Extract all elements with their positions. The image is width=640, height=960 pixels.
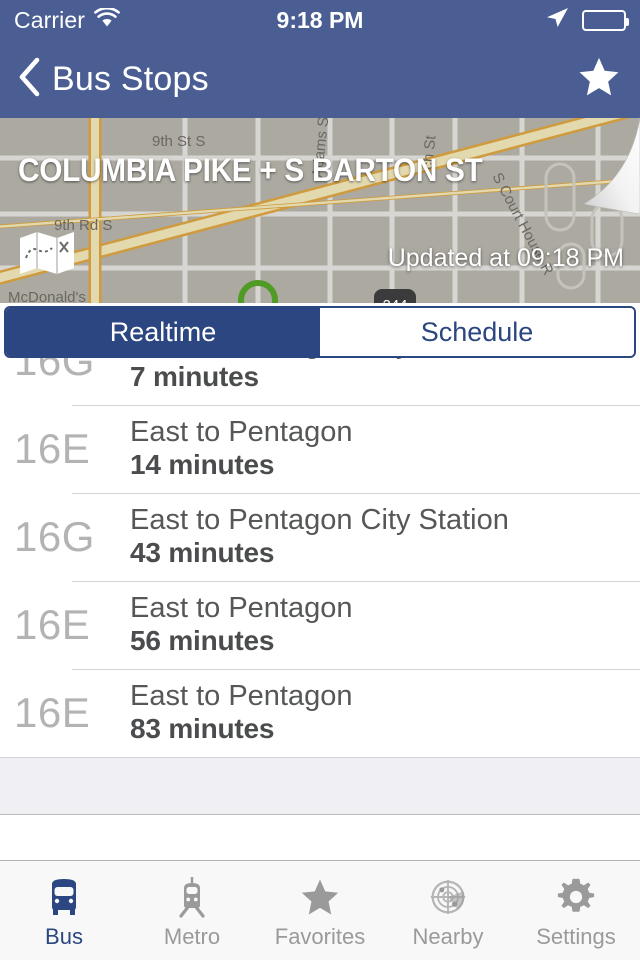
- route-number: 16E: [14, 689, 91, 736]
- svg-text:9th St S: 9th St S: [152, 133, 205, 150]
- arrival-text: East to Pentagon 14 minutes: [130, 416, 353, 481]
- arrival-text: East to Pentagon 83 minutes: [130, 680, 353, 745]
- destination-label: East to Pentagon City Station: [130, 504, 509, 537]
- eta-label: 14 minutes: [130, 449, 275, 481]
- tab-schedule[interactable]: Schedule: [320, 308, 634, 356]
- eta-label: 83 minutes: [130, 713, 275, 745]
- route-number: 16E: [14, 601, 91, 648]
- tab-label: Favorites: [274, 923, 366, 949]
- destination-label: East to Pentagon: [130, 680, 353, 713]
- eta-label: 43 minutes: [130, 537, 275, 569]
- tab-realtime[interactable]: Realtime: [6, 308, 320, 356]
- tab-bar: Bus Metro Favorites Nearby Settings: [0, 860, 640, 960]
- arrivals-list: 16G East to Pentagon City Station 7 minu…: [0, 317, 640, 757]
- route-shield-marker: 244: [374, 289, 416, 303]
- star-icon: [576, 57, 622, 103]
- carrier-label: Carrier: [14, 6, 85, 33]
- page-title: Bus Stops: [52, 59, 209, 98]
- favorite-button[interactable]: [576, 55, 622, 104]
- updated-timestamp: Updated at 09:18 PM: [387, 244, 624, 272]
- arrival-text: East to Pentagon 56 minutes: [130, 592, 353, 657]
- tab-label: Nearby: [412, 923, 484, 949]
- segmented-control[interactable]: Realtime Schedule: [4, 306, 636, 358]
- chevron-left-icon: [18, 57, 40, 102]
- battery-icon: [582, 9, 629, 31]
- back-button[interactable]: Bus Stops: [18, 57, 209, 102]
- tab-settings[interactable]: Settings: [512, 861, 640, 960]
- tab-favorites[interactable]: Favorites: [256, 861, 384, 960]
- tab-nearby[interactable]: Nearby: [384, 861, 512, 960]
- svg-text:244: 244: [382, 297, 407, 303]
- table-row[interactable]: 16E East to Pentagon 14 minutes: [0, 405, 640, 493]
- route-number: 16E: [14, 425, 91, 472]
- svg-text:McDonald's: McDonald's: [8, 289, 86, 303]
- eta-label: 7 minutes: [130, 361, 259, 393]
- route-number: 16G: [14, 513, 95, 560]
- navigation-bar: Bus Stops: [0, 40, 640, 118]
- table-row[interactable]: 16G East to Pentagon City Station 43 min…: [0, 493, 640, 581]
- destination-label: East to Pentagon: [130, 416, 353, 449]
- tab-bus[interactable]: Bus: [0, 861, 128, 960]
- table-row[interactable]: 16E East to Pentagon 56 minutes: [0, 581, 640, 669]
- star-icon: [298, 876, 342, 918]
- tab-label: Settings: [536, 923, 616, 949]
- status-bar: Carrier 9:18 PM: [0, 0, 640, 40]
- bus-icon: [42, 876, 86, 918]
- gear-icon: [554, 876, 598, 918]
- table-row[interactable]: 16E East to Pentagon 83 minutes: [0, 669, 640, 757]
- radar-icon: [426, 876, 470, 918]
- arrival-text: East to Pentagon City Station 43 minutes: [130, 504, 509, 569]
- location-arrow-icon: [544, 6, 570, 35]
- tab-label: Bus: [45, 923, 83, 949]
- page-curl-icon: [583, 118, 640, 214]
- map-header[interactable]: 9th St S 9th Rd S Adams St ch St S Court…: [0, 118, 640, 303]
- folded-map-icon[interactable]: [18, 228, 76, 281]
- stop-name: COLUMBIA PIKE + S BARTON ST: [18, 152, 483, 188]
- destination-label: East to Pentagon: [130, 592, 353, 625]
- list-footer-spacer: [0, 757, 640, 815]
- eta-label: 56 minutes: [130, 625, 275, 657]
- status-bar-right: [544, 6, 629, 35]
- tab-label: Metro: [163, 923, 221, 949]
- tab-metro[interactable]: Metro: [128, 861, 256, 960]
- wifi-icon: [94, 6, 120, 33]
- status-bar-left: Carrier: [14, 6, 120, 34]
- train-icon: [170, 876, 214, 918]
